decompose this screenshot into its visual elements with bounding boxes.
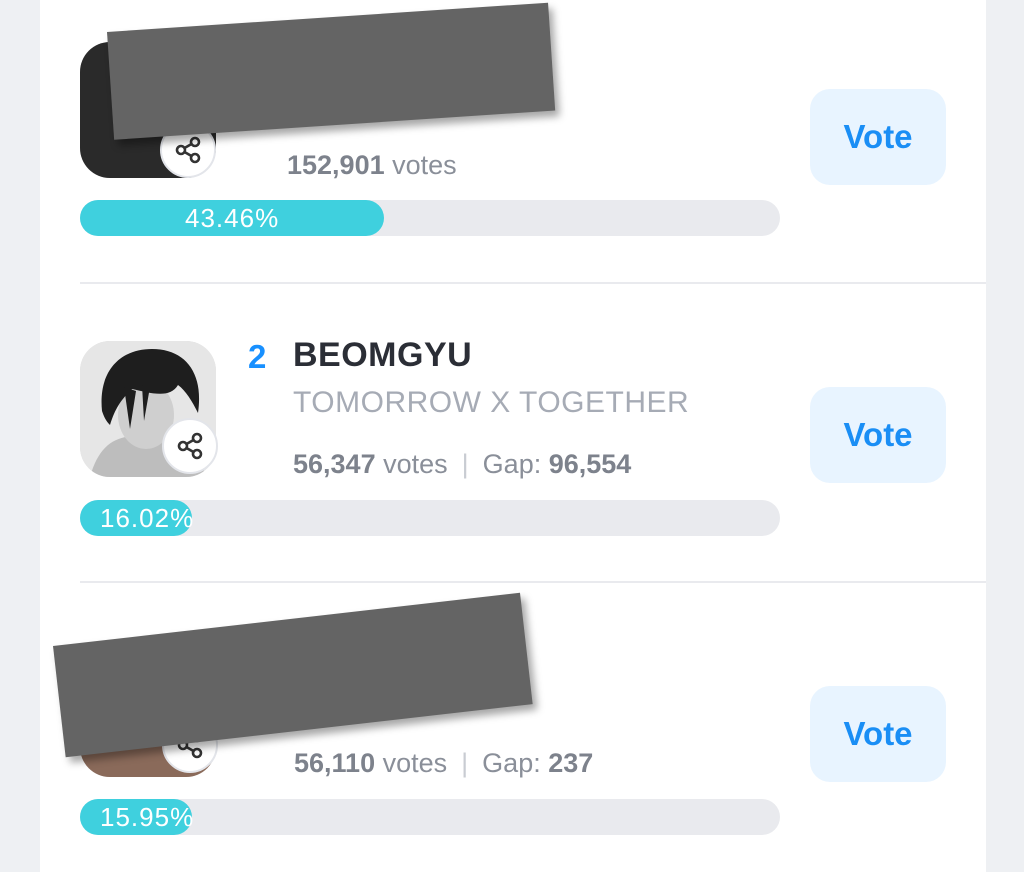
redaction-block bbox=[53, 592, 533, 758]
vote-count: 56,110 bbox=[294, 748, 376, 778]
vote-button[interactable]: Vote bbox=[810, 387, 946, 483]
group-name: TOMORROW X TOGETHER bbox=[293, 386, 690, 419]
percent-label: 16.02% bbox=[100, 503, 195, 533]
vote-unit: votes bbox=[392, 150, 457, 180]
progress-bar: 15.95% bbox=[80, 799, 780, 835]
gap-value: 96,554 bbox=[548, 449, 632, 479]
ranking-entry-3: 56,110 votes | Gap: 237 Vote 15.95% bbox=[40, 583, 986, 872]
percent-label: 43.46% bbox=[185, 203, 280, 233]
vote-stats: 152,901 votes bbox=[287, 150, 457, 181]
share-button[interactable] bbox=[162, 418, 218, 474]
vote-count: 152,901 bbox=[287, 150, 385, 180]
ranking-entry-2: 2 BEOMGYU TOMORROW X TOGETHER 56,347 vot… bbox=[40, 284, 986, 582]
percent-label: 15.95% bbox=[100, 802, 195, 832]
gap-value: 237 bbox=[548, 748, 594, 778]
gap-label: Gap: bbox=[482, 449, 542, 479]
redaction-block bbox=[107, 2, 556, 140]
vote-stats: 56,347 votes | Gap: 96,554 bbox=[293, 449, 631, 480]
ranking-list: 152,901 votes Vote 43.46% 2 BEOMGYU TOMO… bbox=[40, 0, 986, 872]
vote-button[interactable]: Vote bbox=[810, 686, 946, 782]
separator: | bbox=[461, 748, 469, 778]
vote-count: 56,347 bbox=[293, 449, 376, 479]
artist-name: BEOMGYU bbox=[293, 336, 473, 374]
share-icon bbox=[177, 432, 203, 460]
gap-label: Gap: bbox=[482, 748, 541, 778]
rank-number: 2 bbox=[248, 338, 267, 375]
separator: | bbox=[461, 449, 469, 479]
progress-bar: 43.46% bbox=[80, 200, 780, 236]
progress-bar: 16.02% bbox=[80, 500, 780, 536]
progress-fill: 43.46% bbox=[80, 200, 385, 236]
vote-unit: votes bbox=[382, 748, 448, 778]
vote-stats: 56,110 votes | Gap: 237 bbox=[294, 748, 593, 779]
ranking-entry-1: 152,901 votes Vote 43.46% bbox=[40, 0, 986, 282]
vote-unit: votes bbox=[383, 449, 448, 479]
share-icon bbox=[175, 136, 201, 164]
vote-button[interactable]: Vote bbox=[810, 89, 946, 185]
